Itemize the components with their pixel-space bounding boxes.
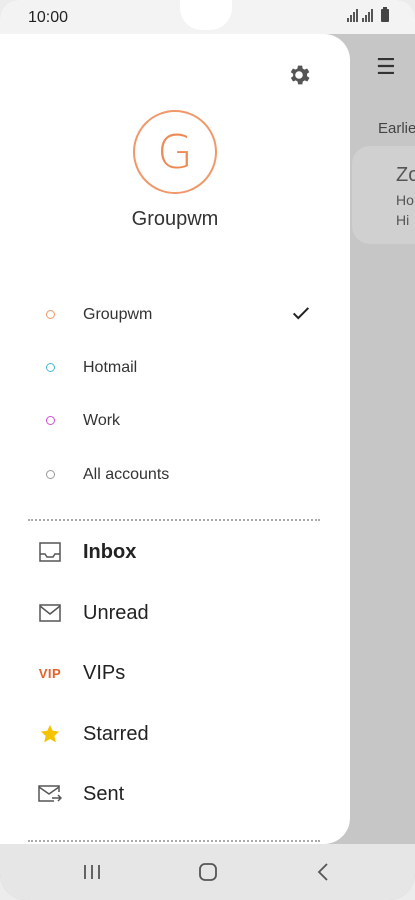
signal-icon-2: [362, 9, 373, 22]
divider: [28, 519, 320, 521]
folder-label: Sent: [83, 783, 125, 805]
vip-icon-text: VIP: [38, 665, 62, 681]
account-label: Work: [83, 412, 121, 429]
divider: [28, 840, 320, 842]
profile-name: Groupwm: [131, 208, 219, 230]
gear-icon[interactable]: [286, 62, 312, 88]
account-item-work[interactable]: Work: [0, 402, 350, 442]
account-dot-icon: [46, 470, 55, 479]
folder-item-unread[interactable]: Unread: [0, 591, 350, 635]
folder-item-vips[interactable]: VIP VIPs: [0, 651, 350, 695]
sent-icon: [38, 782, 62, 806]
account-item-groupwm[interactable]: Groupwm: [0, 296, 350, 336]
avatar-initial: G: [157, 125, 193, 179]
status-bar: 10:00: [0, 0, 415, 34]
signal-icon: [347, 9, 358, 22]
checkmark-icon: [290, 302, 312, 324]
envelope-icon: [38, 601, 62, 625]
navigation-drawer: G Groupwm Groupwm Hotmail Work All accou…: [0, 34, 350, 844]
phone-screen: 10:00 ☰ Earlier Zo Ho Hi G: [0, 0, 415, 900]
email-card[interactable]: Zo Ho Hi: [352, 146, 415, 244]
system-nav-bar: [0, 844, 415, 900]
email-sender: Zo: [396, 164, 415, 186]
account-dot-icon: [46, 416, 55, 425]
folder-item-sent[interactable]: Sent: [0, 772, 350, 816]
back-icon[interactable]: [312, 860, 336, 884]
account-label: Groupwm: [83, 306, 153, 323]
star-icon: [38, 722, 62, 746]
account-item-all-accounts[interactable]: All accounts: [0, 456, 350, 496]
folder-label: Unread: [83, 602, 149, 624]
home-icon[interactable]: [196, 860, 220, 884]
account-item-hotmail[interactable]: Hotmail: [0, 349, 350, 389]
vip-icon: VIP: [38, 661, 62, 685]
status-icons: [347, 7, 389, 22]
recents-icon[interactable]: [80, 860, 104, 884]
email-preview: Hi: [396, 212, 410, 228]
folder-label: Starred: [83, 723, 149, 745]
folder-label: VIPs: [83, 662, 126, 684]
account-dot-icon: [46, 363, 55, 372]
status-time: 10:00: [28, 9, 69, 26]
folder-item-starred[interactable]: Starred: [0, 712, 350, 756]
folder-item-inbox[interactable]: Inbox: [0, 530, 350, 574]
inbox-icon: [38, 540, 62, 564]
section-label-earlier: Earlier: [378, 120, 415, 137]
account-dot-icon: [46, 310, 55, 319]
battery-icon: [381, 7, 389, 22]
menu-icon[interactable]: ☰: [376, 54, 396, 80]
avatar[interactable]: G: [133, 110, 217, 194]
email-subject: Ho: [396, 192, 414, 208]
account-label: All accounts: [83, 466, 170, 483]
account-label: Hotmail: [83, 359, 138, 376]
folder-label: Inbox: [83, 541, 137, 563]
